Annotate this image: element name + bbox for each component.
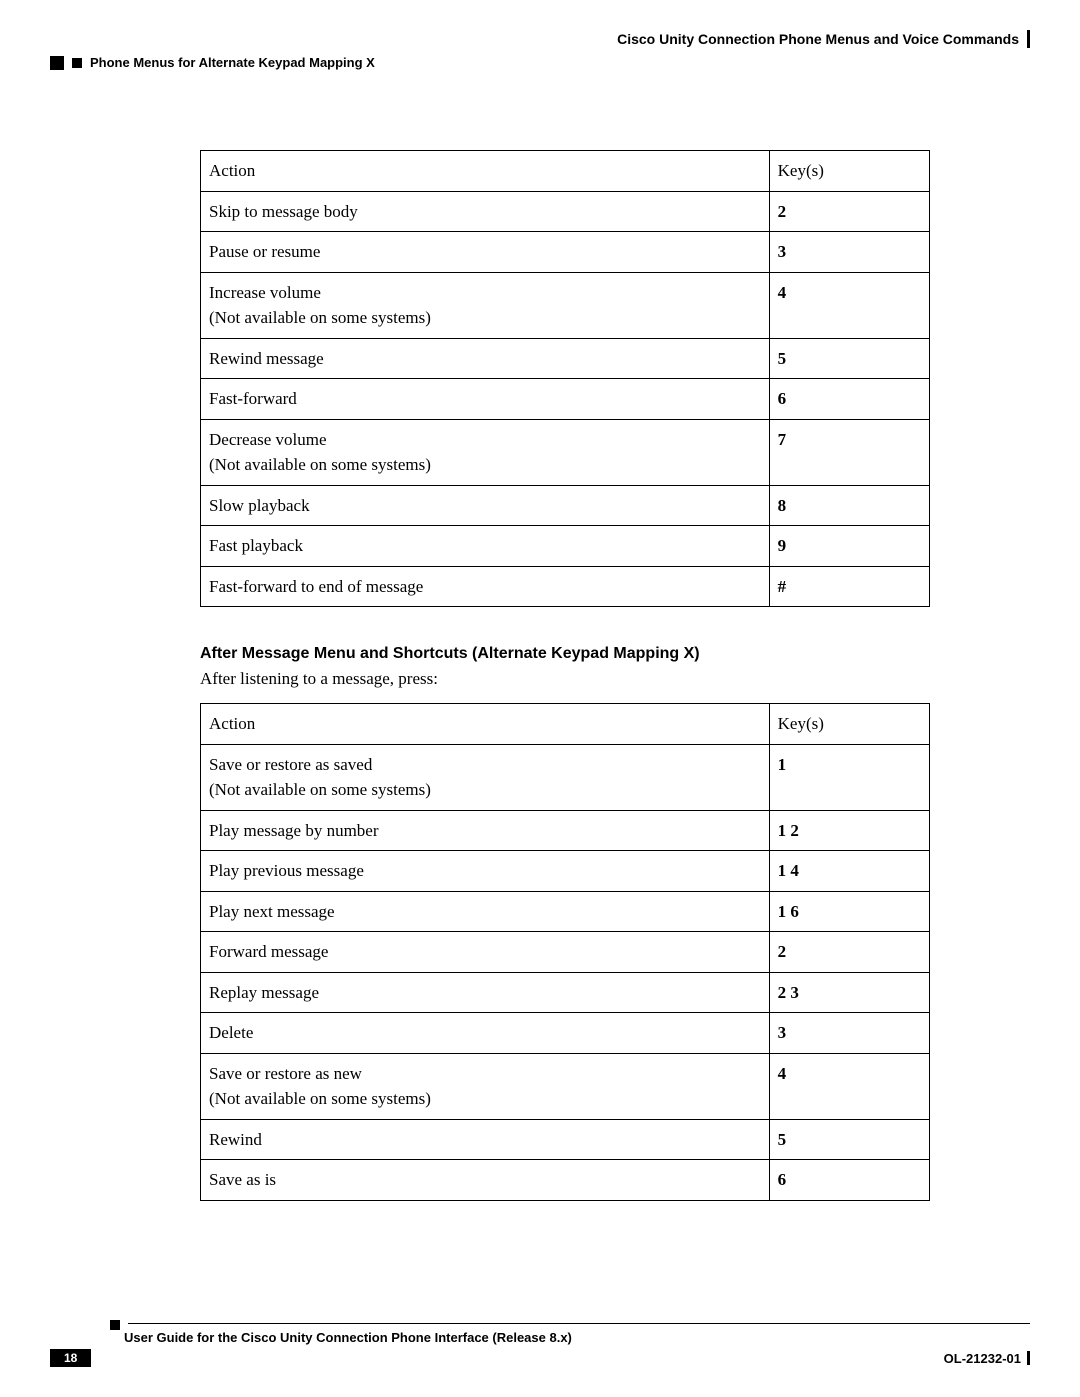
table-row: Play message by number 1 2 (201, 810, 930, 851)
cell-key: 8 (769, 485, 929, 526)
guide-title: User Guide for the Cisco Unity Connectio… (124, 1330, 1030, 1345)
cell-key: 2 (769, 191, 929, 232)
cell-action: Save as is (201, 1160, 770, 1201)
cell-key: 1 (769, 744, 929, 810)
cell-key: 6 (769, 379, 929, 420)
table-row: Rewind 5 (201, 1119, 930, 1160)
table-row: Replay message 2 3 (201, 972, 930, 1013)
table-header-row: Action Key(s) (201, 151, 930, 192)
cell-action: Fast-forward to end of message (201, 566, 770, 607)
cell-key: 5 (769, 338, 929, 379)
cell-action: Rewind (201, 1119, 770, 1160)
header-bar-icon (1027, 30, 1030, 48)
doc-title: Cisco Unity Connection Phone Menus and V… (535, 31, 1020, 47)
table-row: Fast-forward to end of message # (201, 566, 930, 607)
table-row: Fast playback 9 (201, 526, 930, 567)
cell-action: Fast-forward (201, 379, 770, 420)
cell-key: 7 (769, 419, 929, 485)
cell-action: Slow playback (201, 485, 770, 526)
footer-bar-icon (1027, 1351, 1030, 1365)
cell-action: Play next message (201, 891, 770, 932)
table-row: Play next message 1 6 (201, 891, 930, 932)
table-row: Play previous message 1 4 (201, 851, 930, 892)
content: Action Key(s) Skip to message body 2 Pau… (200, 150, 930, 1201)
cell-action: Fast playback (201, 526, 770, 567)
table-header-row: Action Key(s) (201, 704, 930, 745)
action-text: Increase volume (209, 283, 321, 302)
section-title: Phone Menus for Alternate Keypad Mapping… (90, 55, 375, 70)
table-row: Pause or resume 3 (201, 232, 930, 273)
table-during-message: Action Key(s) Skip to message body 2 Pau… (200, 150, 930, 607)
cell-action: Save or restore as saved (Not available … (201, 744, 770, 810)
cell-key: 3 (769, 232, 929, 273)
cell-key: 6 (769, 1160, 929, 1201)
footer-line (110, 1320, 1030, 1330)
table-row: Decrease volume (Not available on some s… (201, 419, 930, 485)
col-action: Action (201, 151, 770, 192)
table-row: Save as is 6 (201, 1160, 930, 1201)
cell-action: Play message by number (201, 810, 770, 851)
action-text: Decrease volume (209, 430, 327, 449)
cell-action: Increase volume (Not available on some s… (201, 272, 770, 338)
cell-key: 1 4 (769, 851, 929, 892)
cell-key: 3 (769, 1013, 929, 1054)
cell-key: 9 (769, 526, 929, 567)
footer-bottom: 18 OL-21232-01 (50, 1349, 1030, 1367)
cell-key: 2 (769, 932, 929, 973)
cell-action: Rewind message (201, 338, 770, 379)
page-number: 18 (50, 1349, 91, 1367)
square-icon (72, 58, 82, 68)
action-note: (Not available on some systems) (209, 308, 431, 327)
table-row: Fast-forward 6 (201, 379, 930, 420)
cell-action: Forward message (201, 932, 770, 973)
cell-action: Play previous message (201, 851, 770, 892)
cell-key: # (769, 566, 929, 607)
section-heading: After Message Menu and Shortcuts (Altern… (200, 645, 930, 663)
table-row: Save or restore as saved (Not available … (201, 744, 930, 810)
cell-key: 1 6 (769, 891, 929, 932)
section-intro: After listening to a message, press: (200, 669, 930, 689)
table-row: Forward message 2 (201, 932, 930, 973)
cell-key: 4 (769, 1053, 929, 1119)
footer: User Guide for the Cisco Unity Connectio… (50, 1320, 1030, 1367)
top-header: Cisco Unity Connection Phone Menus and V… (50, 30, 1030, 53)
doc-id: OL-21232-01 (944, 1351, 1021, 1366)
footer-right: OL-21232-01 (944, 1351, 1030, 1366)
action-text: Save or restore as saved (209, 755, 372, 774)
action-note: (Not available on some systems) (209, 1089, 431, 1108)
table-row: Skip to message body 2 (201, 191, 930, 232)
cell-action: Pause or resume (201, 232, 770, 273)
action-note: (Not available on some systems) (209, 780, 431, 799)
divider (128, 1323, 1030, 1324)
square-icon (110, 1320, 120, 1330)
table-row: Rewind message 5 (201, 338, 930, 379)
cell-action: Save or restore as new (Not available on… (201, 1053, 770, 1119)
col-action: Action (201, 704, 770, 745)
cell-action: Replay message (201, 972, 770, 1013)
table-row: Save or restore as new (Not available on… (201, 1053, 930, 1119)
table-row: Slow playback 8 (201, 485, 930, 526)
action-text: Save or restore as new (209, 1064, 362, 1083)
page: Cisco Unity Connection Phone Menus and V… (0, 0, 1080, 1397)
cell-key: 2 3 (769, 972, 929, 1013)
table-row: Delete 3 (201, 1013, 930, 1054)
cell-action: Skip to message body (201, 191, 770, 232)
square-icon (50, 56, 64, 70)
breadcrumb: Phone Menus for Alternate Keypad Mapping… (50, 55, 1030, 70)
cell-key: 1 2 (769, 810, 929, 851)
cell-action: Decrease volume (Not available on some s… (201, 419, 770, 485)
table-row: Increase volume (Not available on some s… (201, 272, 930, 338)
cell-key: 5 (769, 1119, 929, 1160)
col-key: Key(s) (769, 704, 929, 745)
cell-action: Delete (201, 1013, 770, 1054)
cell-key: 4 (769, 272, 929, 338)
table-after-message: Action Key(s) Save or restore as saved (… (200, 703, 930, 1201)
col-key: Key(s) (769, 151, 929, 192)
action-note: (Not available on some systems) (209, 455, 431, 474)
